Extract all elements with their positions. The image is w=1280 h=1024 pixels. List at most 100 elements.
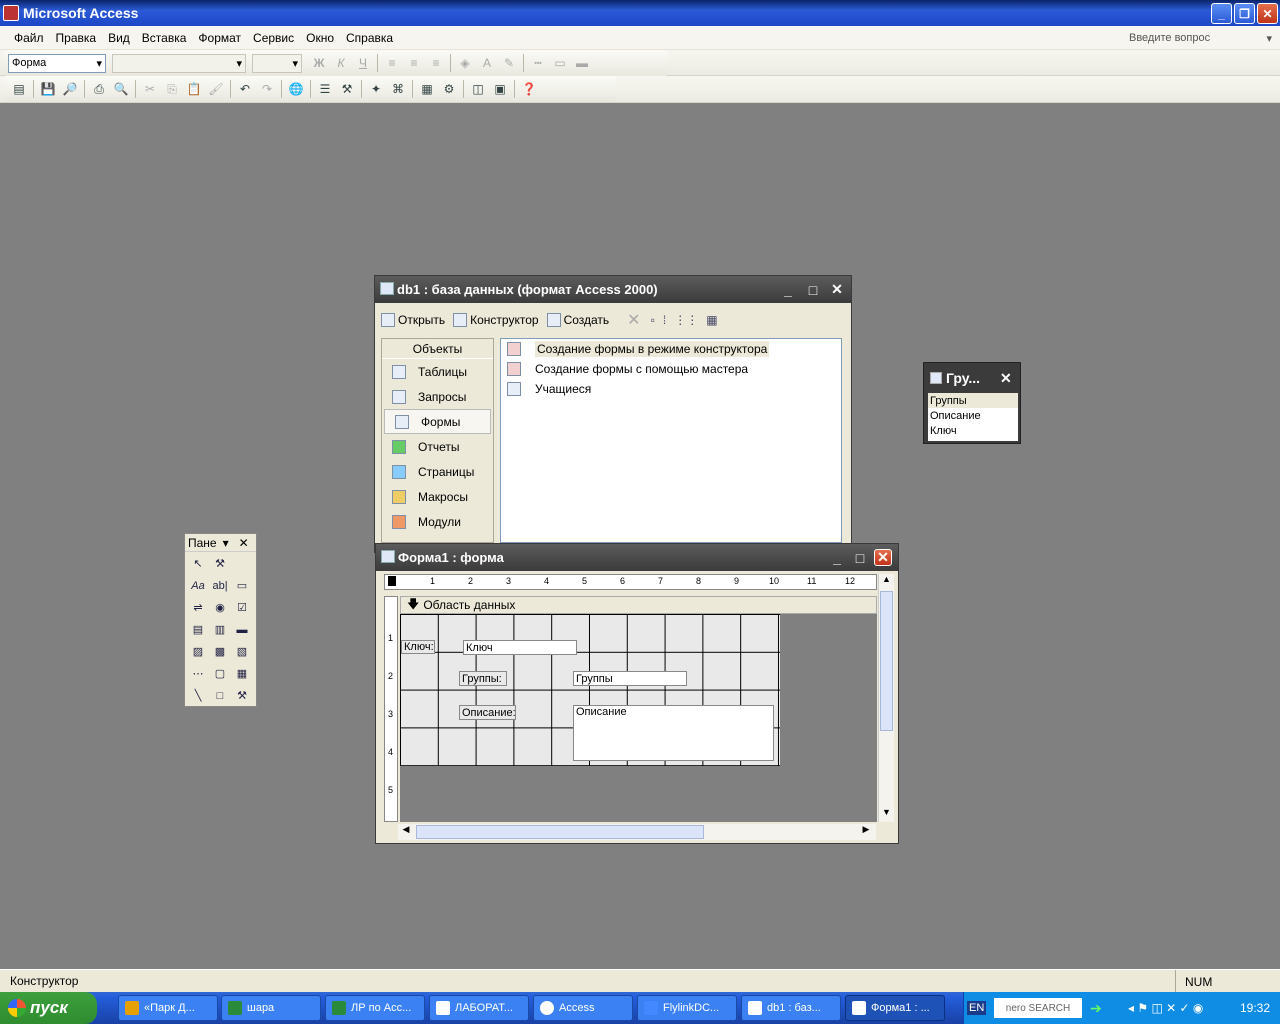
fill-color-icon[interactable]: ◈ xyxy=(454,52,476,74)
cut-icon[interactable]: ✂ xyxy=(139,78,161,100)
tray-icons[interactable]: ◂ ⚑ ◫ ✕ ✓ ◉ xyxy=(1128,1001,1203,1015)
line-color-icon[interactable]: ✎ xyxy=(498,52,520,74)
combo-box-icon[interactable]: ▤ xyxy=(188,620,208,639)
minimize-button[interactable]: _ xyxy=(1211,3,1232,24)
create-button[interactable]: Создать xyxy=(546,313,609,327)
hyperlink-icon[interactable]: 🌐 xyxy=(285,78,307,100)
close-icon[interactable]: ✕ xyxy=(1000,370,1012,387)
ask-question-box[interactable]: Введите вопрос ▾ xyxy=(1127,29,1272,47)
groups-label[interactable]: Группы: xyxy=(459,671,507,686)
control-wizards-icon[interactable]: ⚒ xyxy=(210,554,230,573)
toolbox-title-bar[interactable]: Пане ▾ ✕ xyxy=(185,534,256,552)
form-selector[interactable] xyxy=(388,576,396,586)
field-list-icon[interactable]: ☰ xyxy=(314,78,336,100)
menu-help[interactable]: Справка xyxy=(340,31,399,45)
tab-control-icon[interactable]: ▢ xyxy=(210,664,230,683)
maximize-button[interactable]: □ xyxy=(851,549,869,566)
list-box-icon[interactable]: ▥ xyxy=(210,620,230,639)
object-pages[interactable]: Страницы xyxy=(382,459,493,484)
scroll-thumb[interactable] xyxy=(880,591,893,731)
page-break-icon[interactable]: ⋯ xyxy=(188,664,208,683)
font-size-combo[interactable]: ▾ xyxy=(252,53,302,73)
italic-icon[interactable]: К xyxy=(330,52,352,74)
subform-icon[interactable]: ▦ xyxy=(232,664,252,683)
details-icon[interactable]: ▦ xyxy=(706,313,717,327)
scroll-left-icon[interactable]: ◀ xyxy=(398,824,414,840)
special-effect-icon[interactable]: ▬ xyxy=(571,52,593,74)
close-button[interactable]: ✕ xyxy=(1257,3,1278,24)
line-tool-icon[interactable]: ╲ xyxy=(188,686,208,705)
toggle-button-icon[interactable]: ⇌ xyxy=(188,598,208,617)
arrow-icon[interactable]: ➔ xyxy=(1090,1000,1102,1017)
redo-icon[interactable]: ↷ xyxy=(256,78,278,100)
list-item[interactable]: Учащиеся xyxy=(501,379,841,399)
menu-format[interactable]: Формат xyxy=(192,31,247,45)
taskbar-button[interactable]: «Парк Д... xyxy=(118,995,218,1021)
list-item[interactable]: Создание формы с помощью мастера xyxy=(501,359,841,379)
groups-field[interactable]: Группы xyxy=(573,671,687,686)
field-list-title-bar[interactable]: Гру... ✕ xyxy=(924,363,1020,393)
unbound-object-icon[interactable]: ▩ xyxy=(210,642,230,661)
align-right-icon[interactable]: ≡ xyxy=(425,52,447,74)
description-field[interactable]: Описание xyxy=(573,705,774,761)
start-button[interactable]: пуск xyxy=(0,992,97,1024)
menu-window[interactable]: Окно xyxy=(300,31,340,45)
command-button-icon[interactable]: ▬ xyxy=(232,620,252,639)
open-button[interactable]: Открыть xyxy=(381,313,445,327)
objects-header[interactable]: Объекты xyxy=(382,339,493,359)
menu-insert[interactable]: Вставка xyxy=(136,31,193,45)
undo-icon[interactable]: ↶ xyxy=(234,78,256,100)
option-group-icon[interactable]: ▭ xyxy=(232,576,252,595)
close-button[interactable]: ✕ xyxy=(874,549,892,566)
code-icon[interactable]: ⌘ xyxy=(387,78,409,100)
database-window-icon[interactable]: ◫ xyxy=(467,78,489,100)
menu-tools[interactable]: Сервис xyxy=(247,31,300,45)
underline-icon[interactable]: Ч xyxy=(352,52,374,74)
taskbar-button[interactable]: ЛАБОРАТ... xyxy=(429,995,529,1021)
font-color-icon[interactable]: A xyxy=(476,52,498,74)
form-window-title-bar[interactable]: Форма1 : форма _ □ ✕ xyxy=(376,544,898,571)
taskbar-button[interactable]: FlylinkDC... xyxy=(637,995,737,1021)
taskbar-button[interactable]: db1 : баз... xyxy=(741,995,841,1021)
checkbox-tool-icon[interactable]: ☑ xyxy=(232,598,252,617)
paste-icon[interactable]: 📋 xyxy=(183,78,205,100)
build-icon[interactable]: ⚙ xyxy=(438,78,460,100)
line-width-icon[interactable]: ┅ xyxy=(527,52,549,74)
nero-search-box[interactable]: nero SEARCH xyxy=(994,998,1082,1018)
rectangle-tool-icon[interactable]: □ xyxy=(210,686,230,705)
close-icon[interactable]: ✕ xyxy=(239,536,249,550)
menu-file[interactable]: Файл xyxy=(8,31,50,45)
field-list-window[interactable]: Гру... ✕ Группы Описание Ключ xyxy=(923,362,1021,444)
detail-section-bar[interactable]: 🡇 Область данных xyxy=(400,596,877,614)
border-style-icon[interactable]: ▭ xyxy=(549,52,571,74)
properties-icon[interactable]: ▦ xyxy=(416,78,438,100)
taskbar-button[interactable]: Форма1 : ... xyxy=(845,995,945,1021)
database-window-title-bar[interactable]: db1 : база данных (формат Access 2000) _… xyxy=(375,276,851,303)
taskbar-button[interactable]: Access xyxy=(533,995,633,1021)
toolbox-icon[interactable]: ⚒ xyxy=(336,78,358,100)
close-button[interactable]: ✕ xyxy=(828,281,846,298)
option-button-icon[interactable]: ◉ xyxy=(210,598,230,617)
object-reports[interactable]: Отчеты xyxy=(382,434,493,459)
list-item[interactable]: Ключ xyxy=(928,423,1018,438)
taskbar-button[interactable]: ЛР по Acc... xyxy=(325,995,425,1021)
scroll-thumb[interactable] xyxy=(416,825,704,839)
description-label[interactable]: Описание: xyxy=(459,705,516,720)
more-controls-icon[interactable]: ⚒ xyxy=(232,686,252,705)
bound-object-icon[interactable]: ▧ xyxy=(232,642,252,661)
small-icons-icon[interactable]: ⁞ xyxy=(663,313,666,327)
scroll-up-icon[interactable]: ▲ xyxy=(879,574,894,589)
list-item[interactable]: Описание xyxy=(928,408,1018,423)
object-forms[interactable]: Формы xyxy=(384,409,491,434)
align-left-icon[interactable]: ≡ xyxy=(381,52,403,74)
taskbar-button[interactable]: шара xyxy=(221,995,321,1021)
large-icons-icon[interactable]: ▫ xyxy=(651,313,655,327)
new-object-icon[interactable]: ▣ xyxy=(489,78,511,100)
delete-icon[interactable]: ✕ xyxy=(627,310,640,330)
object-tables[interactable]: Таблицы xyxy=(382,359,493,384)
design-button[interactable]: Конструктор xyxy=(453,313,539,327)
maximize-button[interactable]: □ xyxy=(804,281,822,298)
database-window[interactable]: db1 : база данных (формат Access 2000) _… xyxy=(374,275,852,553)
vertical-scrollbar[interactable]: ▲ ▼ xyxy=(878,574,894,822)
toolbox-panel[interactable]: Пане ▾ ✕ ↖ ⚒ Aa ab| ▭ ⇌ ◉ ☑ ▤ ▥ ▬ ▨ ▩ ▧ … xyxy=(184,533,257,707)
